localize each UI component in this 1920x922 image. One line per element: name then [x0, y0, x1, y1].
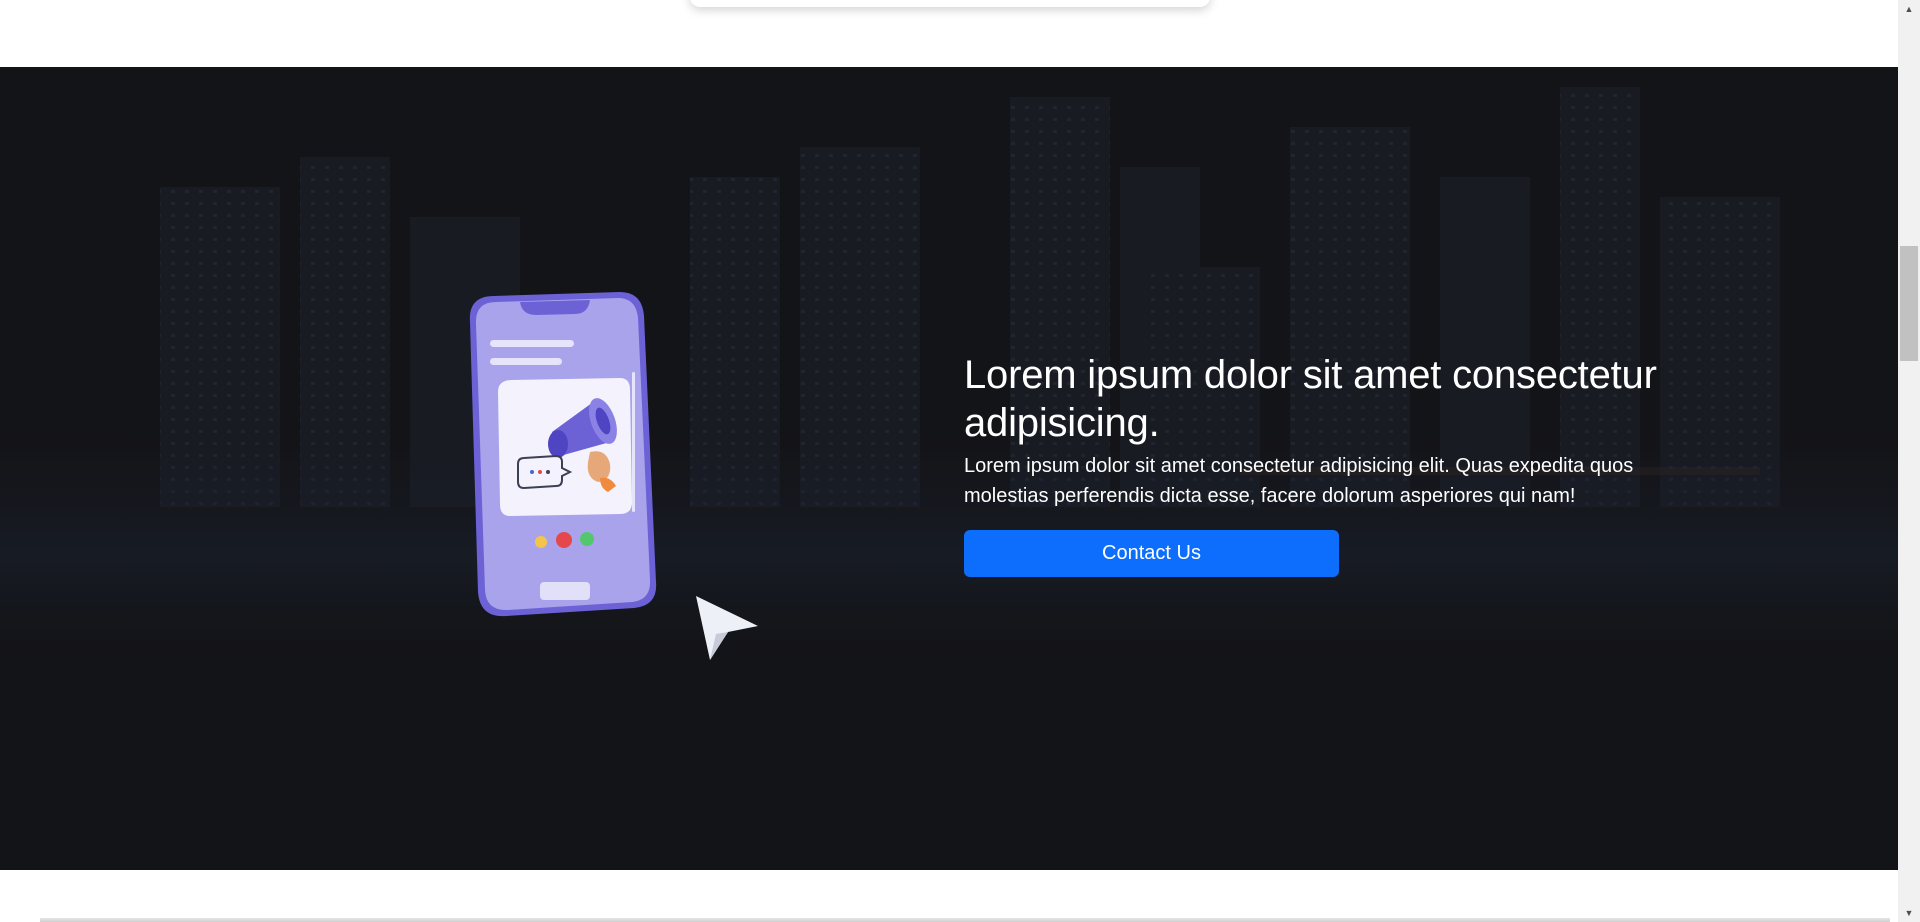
hero-heading: Lorem ipsum dolor sit amet consectetur a…	[964, 353, 1657, 445]
contact-us-button[interactable]: Contact Us	[964, 530, 1339, 577]
phone-marketing-illustration	[469, 292, 758, 660]
next-section-top-edge	[40, 918, 1890, 922]
cursor-arrow-icon	[696, 596, 758, 660]
vertical-scrollbar[interactable]: ▲ ▼	[1898, 0, 1920, 922]
scroll-up-arrow-icon[interactable]: ▲	[1898, 0, 1920, 18]
chat-bubble-icon	[517, 454, 573, 490]
scrollbar-thumb[interactable]	[1900, 246, 1918, 361]
floating-card-bottom-edge	[690, 0, 1210, 7]
hero-section: Lorem ipsum dolor sit amet consectetur a…	[0, 67, 1898, 870]
hero-content: Lorem ipsum dolor sit amet consectetur a…	[964, 351, 1684, 577]
hero-description: Lorem ipsum dolor sit amet consectetur a…	[964, 455, 1634, 507]
scroll-down-arrow-icon[interactable]: ▼	[1898, 904, 1920, 922]
